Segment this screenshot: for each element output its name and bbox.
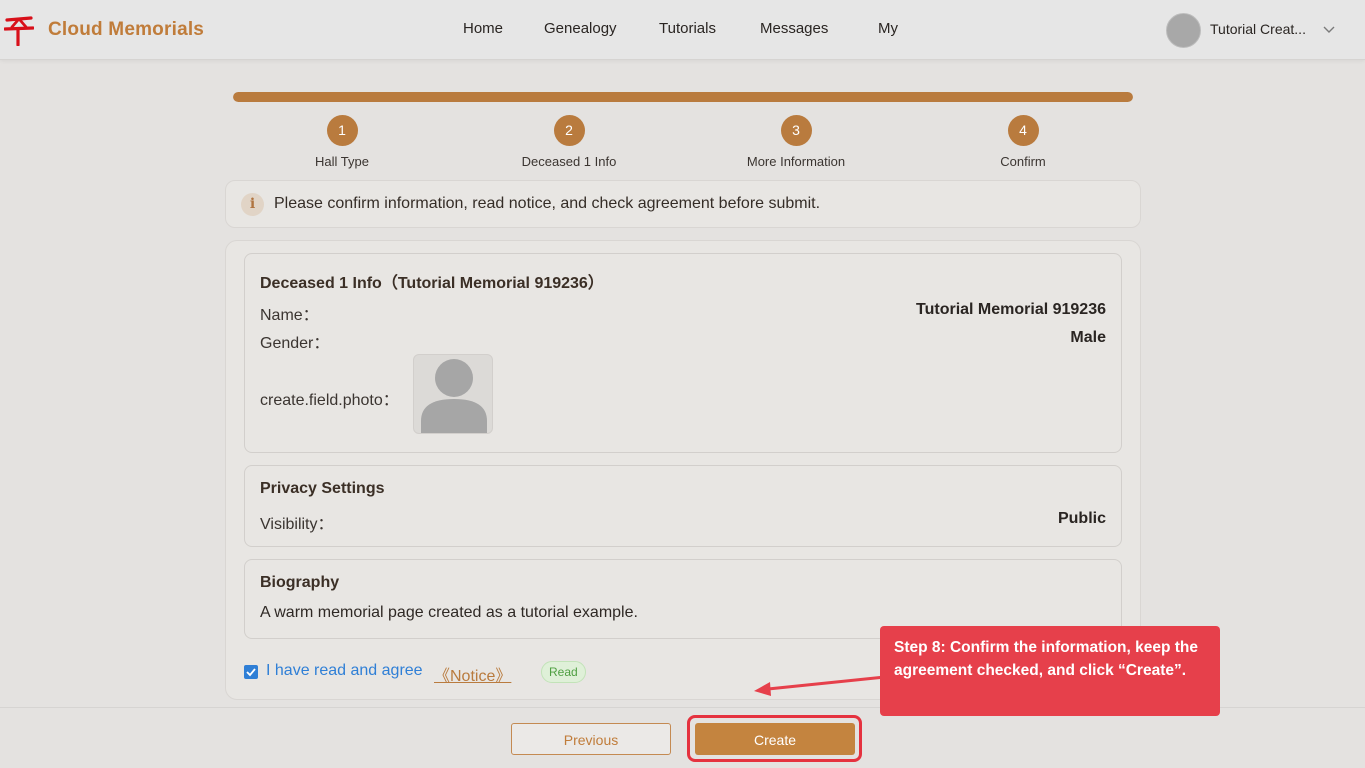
biography-title: Biography (260, 574, 340, 591)
photo-label: create.field.photo： (260, 392, 399, 409)
deceased-photo (413, 354, 493, 434)
notice-link[interactable]: 《Notice》 (434, 662, 511, 686)
step-label: Hall Type (315, 154, 369, 169)
name-label: Name： (260, 307, 319, 324)
info-icon: i (241, 193, 264, 216)
biography-text: A warm memorial page created as a tutori… (260, 604, 638, 621)
step-number: 3 (780, 115, 812, 146)
main-nav: Home Genealogy Tutorials Messages My (0, 20, 1365, 40)
agreement-row: I have read and agree 《Notice》 Read (244, 661, 644, 686)
user-name[interactable]: Tutorial Creat... (1210, 21, 1315, 37)
nav-tutorials[interactable]: Tutorials (659, 20, 716, 37)
nav-home[interactable]: Home (463, 20, 503, 37)
step-number: 1 (326, 115, 358, 146)
deceased-info-title: Deceased 1 Info（Tutorial Memorial 919236… (260, 275, 604, 292)
nav-genealogy[interactable]: Genealogy (544, 20, 617, 37)
gender-label: Gender： (260, 335, 330, 352)
progress-fill (233, 92, 1133, 102)
step-deceased-info: 2 Deceased 1 Info (489, 115, 649, 169)
step-label: Deceased 1 Info (521, 154, 617, 169)
nav-messages[interactable]: Messages (760, 20, 828, 37)
privacy-title: Privacy Settings (260, 480, 385, 497)
privacy-section: Privacy Settings Visibility： Public (244, 465, 1122, 547)
visibility-value: Public (1057, 510, 1106, 527)
top-header: Cloud Memorials Home Genealogy Tutorials… (0, 0, 1365, 60)
step-hall-type: 1 Hall Type (262, 115, 422, 169)
previous-button[interactable]: Previous (511, 723, 671, 755)
agreement-checkbox[interactable] (244, 665, 258, 679)
progress-bar (233, 92, 1133, 102)
nav-my[interactable]: My (878, 20, 898, 37)
step-more-information: 3 More Information (716, 115, 876, 169)
read-badge: Read (541, 661, 586, 683)
annotation-arrow (754, 675, 886, 696)
step-label: More Information (746, 154, 846, 169)
agreement-text[interactable]: I have read and agree (266, 662, 423, 680)
create-button[interactable]: Create (695, 723, 855, 755)
user-avatar[interactable] (1166, 13, 1201, 48)
person-placeholder-icon (421, 359, 487, 433)
name-value: Tutorial Memorial 919236 (916, 301, 1106, 318)
gender-value: Male (1070, 329, 1106, 346)
bottom-action-bar: Previous Create (0, 707, 1365, 768)
info-notice-bar: i Please confirm information, read notic… (225, 180, 1141, 228)
annotation-callout: Step 8: Confirm the information, keep th… (880, 626, 1220, 716)
step-label: Confirm (1000, 154, 1046, 169)
info-message: Please confirm information, read notice,… (274, 195, 821, 212)
chevron-down-icon[interactable] (1323, 24, 1335, 34)
visibility-label: Visibility： (260, 516, 334, 533)
step-number: 2 (553, 115, 585, 146)
checkmark-icon (246, 668, 256, 677)
step-confirm: 4 Confirm (943, 115, 1103, 169)
deceased-info-section: Deceased 1 Info（Tutorial Memorial 919236… (244, 253, 1122, 453)
step-number: 4 (1007, 115, 1039, 146)
